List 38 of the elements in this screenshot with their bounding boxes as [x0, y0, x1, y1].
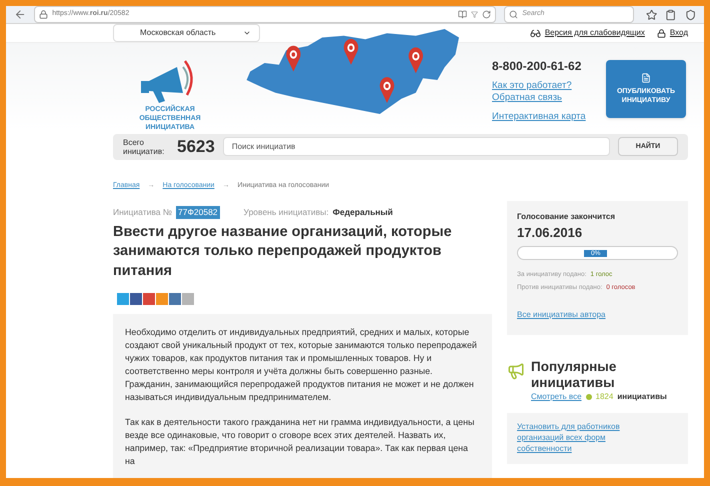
- author-initiatives-link[interactable]: Все инициативы автора: [517, 308, 678, 320]
- lock-icon: [39, 10, 48, 19]
- reader-icon[interactable]: [458, 10, 468, 19]
- initiative-number-label: Инициатива №: [113, 206, 172, 219]
- description-paragraph: Необходимо отделить от индивидуальных предприятий, средних и малых, которые создают свой уникальный продукт от тех, которые занимаются только перепродажей чужих товаров, как продуктов питания так и промышленных товаров. Ну и соответственно меры контроля и учёта должны быть совершенно разные. Гражданин, занимающийся перепродажей продуктов питания не может и не должен называться индивидуальным предпринимателем.: [125, 326, 478, 404]
- initiative-level-label: Уровень инициативы:: [244, 206, 329, 219]
- voting-date: 17.06.2016: [517, 224, 584, 242]
- voting-label: Голосование закончится: [517, 210, 616, 222]
- initiative-level: Федеральный: [332, 206, 393, 219]
- total-count: 5623: [177, 136, 215, 158]
- login-link[interactable]: Вход: [670, 27, 688, 39]
- header-link[interactable]: Обратная связь: [492, 92, 602, 104]
- region-select[interactable]: Московская область: [113, 24, 260, 42]
- header-link[interactable]: Интерактивная карта: [492, 111, 602, 123]
- lock-icon: [656, 28, 666, 38]
- accessibility-link[interactable]: Версия для слабовидящих: [544, 27, 645, 39]
- popular-count-label: инициативы: [617, 390, 667, 402]
- description-paragraph: Так как в деятельности такого гражданина нет ни грамма индивидуальности, а цены везде все одинаковые, что говорит о сговоре всех этих деятелей. Назвать их, например, так: «Предприятие вторичной реализации товара». Так как первая цена на: [125, 416, 476, 468]
- search-icon: [509, 10, 518, 19]
- shield-icon[interactable]: [684, 8, 696, 20]
- chevron-down-icon: [243, 29, 251, 37]
- back-icon[interactable]: [14, 8, 26, 21]
- glasses-icon: [530, 28, 541, 38]
- search-field[interactable]: Поиск инициатив: [222, 137, 610, 156]
- popular-count: 1824: [596, 390, 614, 402]
- popular-initiative-link[interactable]: Установить для работников организаций всех форм собственности: [517, 420, 632, 454]
- total-label: Всего инициатив:: [123, 138, 166, 156]
- header-link[interactable]: Как это работает?: [492, 80, 602, 92]
- document-icon: [641, 73, 651, 83]
- initiative-title: Ввести другое название организаций, которые занимаются только перепродажей продуктов питания: [113, 222, 453, 281]
- see-all-link[interactable]: Смотреть все: [531, 390, 582, 402]
- star-icon[interactable]: [646, 8, 658, 20]
- initiative-number: 77Ф20582: [176, 206, 220, 219]
- phone-number: 8-800-200-61-62: [492, 58, 582, 75]
- clipboard-icon[interactable]: [665, 8, 677, 20]
- megaphone-icon: [507, 362, 525, 380]
- reload-icon[interactable]: [482, 10, 492, 19]
- popular-title: Популярные инициативы: [531, 358, 618, 390]
